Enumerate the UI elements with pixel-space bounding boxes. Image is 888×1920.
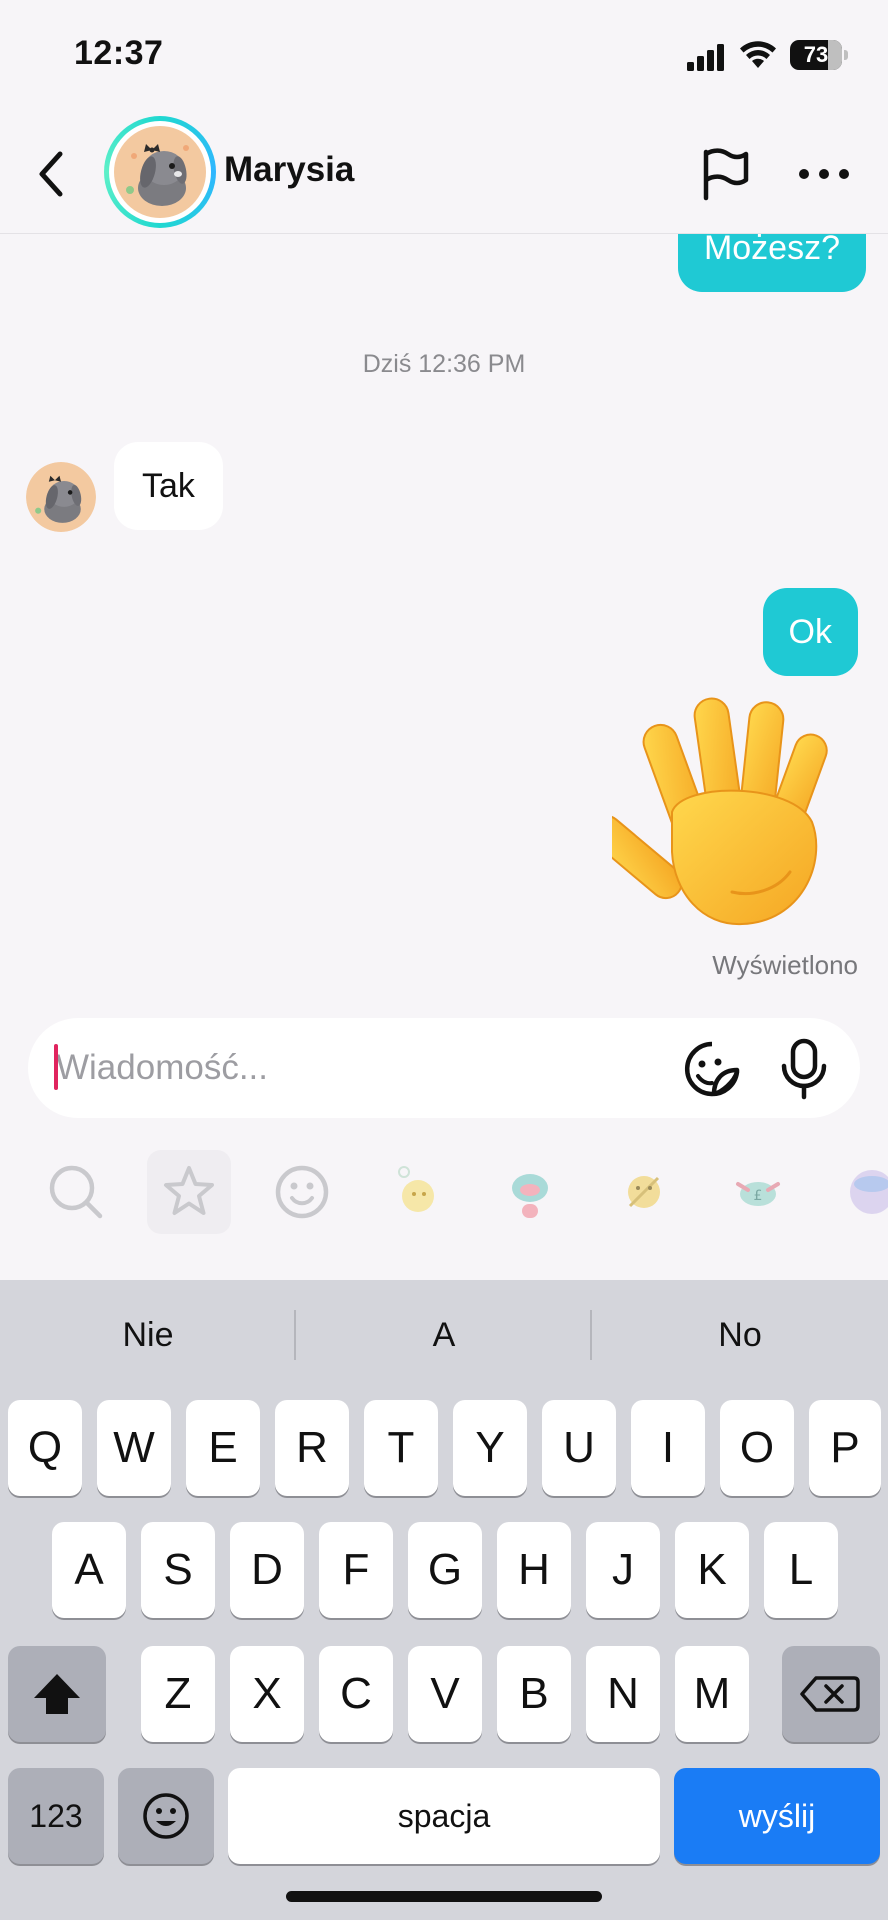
key-p[interactable]: P (809, 1400, 881, 1496)
wifi-icon (740, 41, 776, 68)
key-d[interactable]: D (230, 1522, 304, 1618)
status-time: 12:37 (74, 34, 164, 72)
message-timestamp: Dziś 12:36 PM (362, 350, 526, 378)
emoji-icon[interactable] (260, 1150, 344, 1234)
key-t[interactable]: T (364, 1400, 438, 1496)
contact-name[interactable]: Marysia (224, 150, 354, 190)
bunny-avatar-image (26, 462, 96, 532)
key-h[interactable]: H (497, 1522, 571, 1618)
key-l[interactable]: L (764, 1522, 838, 1618)
key-n[interactable]: N (586, 1646, 660, 1742)
key-o[interactable]: O (720, 1400, 794, 1496)
sticker-3[interactable] (602, 1150, 686, 1234)
home-indicator (286, 1891, 602, 1902)
suggestion-bar: Nie A No (0, 1280, 888, 1390)
space-key[interactable]: spacja (228, 1768, 660, 1864)
suggestion[interactable]: Nie (0, 1280, 296, 1390)
key-r[interactable]: R (275, 1400, 349, 1496)
sticker-icon[interactable] (682, 1040, 742, 1098)
key-x[interactable]: X (230, 1646, 304, 1742)
battery-percent: 73 (803, 42, 829, 67)
key-z[interactable]: Z (141, 1646, 215, 1742)
waving-hand-emoji[interactable] (612, 692, 858, 932)
text-caret (54, 1044, 58, 1090)
key-i[interactable]: I (631, 1400, 705, 1496)
more-icon[interactable] (796, 150, 852, 198)
key-k[interactable]: K (675, 1522, 749, 1618)
sticker-4[interactable]: £ (716, 1150, 800, 1234)
battery-icon: 73 (790, 40, 848, 70)
message-incoming[interactable]: Tak (114, 442, 223, 530)
sticker-tray: £ (0, 1150, 888, 1240)
status-bar: 12:37 73 (0, 0, 888, 110)
chat-header: Marysia (0, 110, 888, 234)
keyboard: Nie A No Q W E R T Y U I O P A S D F G H… (0, 1280, 888, 1920)
backspace-key[interactable] (782, 1646, 880, 1742)
key-m[interactable]: M (675, 1646, 749, 1742)
signal-icon (687, 44, 724, 71)
key-f[interactable]: F (319, 1522, 393, 1618)
message-input[interactable] (56, 1018, 656, 1118)
back-icon[interactable] (30, 148, 74, 200)
key-s[interactable]: S (141, 1522, 215, 1618)
suggestion[interactable]: A (296, 1280, 592, 1390)
shift-icon (34, 1674, 80, 1714)
message-outgoing[interactable]: Możesz? (677, 234, 866, 292)
emoji-keyboard-icon (143, 1793, 189, 1839)
flag-icon[interactable] (696, 146, 752, 202)
message-outgoing[interactable]: Ok (762, 588, 858, 676)
key-a[interactable]: A (52, 1522, 126, 1618)
search-icon[interactable] (34, 1150, 118, 1234)
key-c[interactable]: C (319, 1646, 393, 1742)
svg-text:£: £ (754, 1188, 763, 1204)
key-u[interactable]: U (542, 1400, 616, 1496)
mic-icon[interactable] (778, 1038, 830, 1100)
sender-avatar[interactable] (26, 462, 96, 532)
sticker-2[interactable] (488, 1150, 572, 1234)
star-icon[interactable] (147, 1150, 231, 1234)
key-g[interactable]: G (408, 1522, 482, 1618)
suggestion[interactable]: No (592, 1280, 888, 1390)
key-v[interactable]: V (408, 1646, 482, 1742)
key-b[interactable]: B (497, 1646, 571, 1742)
sticker-1[interactable] (374, 1150, 458, 1234)
key-j[interactable]: J (586, 1522, 660, 1618)
avatar[interactable] (104, 116, 216, 228)
numbers-key[interactable]: 123 (8, 1768, 104, 1864)
key-w[interactable]: W (97, 1400, 171, 1496)
seen-status: Wyświetlono (712, 950, 858, 980)
bunny-avatar-image (114, 126, 206, 218)
key-e[interactable]: E (186, 1400, 260, 1496)
key-y[interactable]: Y (453, 1400, 527, 1496)
key-q[interactable]: Q (8, 1400, 82, 1496)
backspace-icon (800, 1676, 860, 1712)
sticker-5[interactable] (830, 1150, 888, 1234)
chat-thread[interactable]: Możesz? Dziś 12:36 PM Tak Ok Wyświetlono (0, 234, 888, 1014)
emoji-key[interactable] (118, 1768, 214, 1864)
shift-key[interactable] (8, 1646, 106, 1742)
send-key[interactable]: wyślij (674, 1768, 880, 1864)
